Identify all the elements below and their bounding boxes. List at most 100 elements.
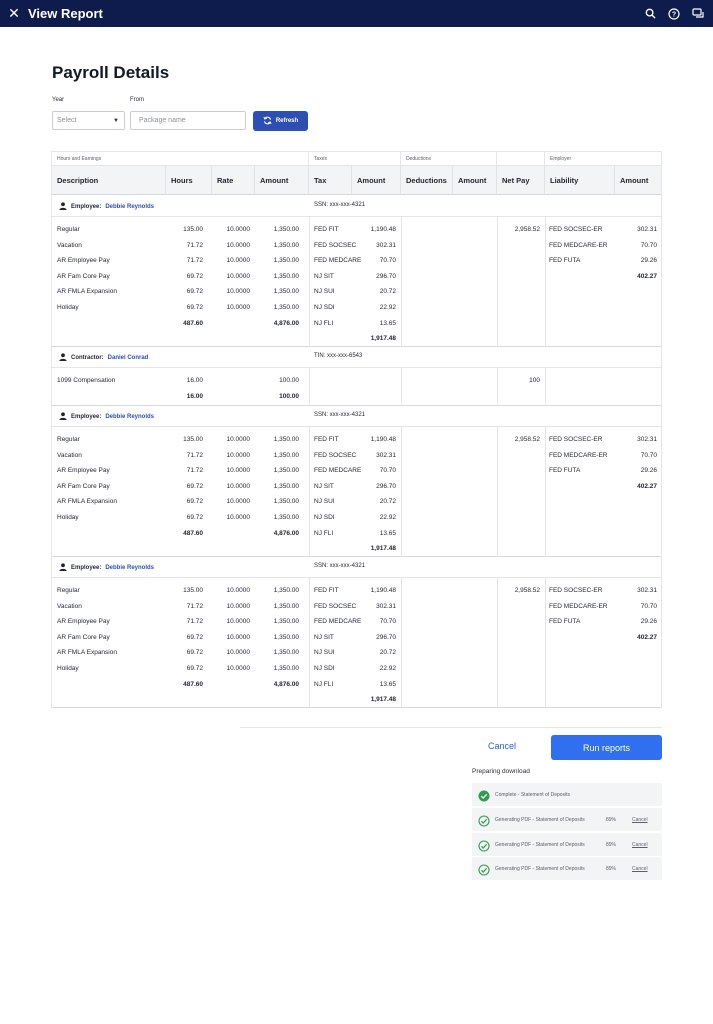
earning-description: AR FMLA Expansion (57, 288, 117, 296)
tax-amount: 70.70 (379, 618, 396, 626)
earning-rate: 10.0000 (226, 226, 251, 233)
earning-hours: 69.72 (186, 272, 203, 280)
tax-amount: 296.70 (376, 633, 396, 641)
download-item: Generating PDF - Statement of Deposits 89… (472, 857, 662, 880)
earning-description: AR Fam Core Pay (57, 633, 110, 641)
amount-total: 4,876.00 (273, 680, 299, 688)
header-deduction-amount[interactable]: Amount (453, 166, 497, 195)
earning-rate: 10.0000 (226, 257, 251, 265)
earning-rate: 10.0000 (226, 451, 251, 459)
year-label: Year (52, 97, 65, 103)
download-item: Complete - Statement of Deposits (472, 783, 662, 806)
earning-rate: 10.0000 (226, 498, 251, 506)
tax-name: NJ SUI (314, 288, 335, 296)
package-name-input[interactable]: Package name (130, 111, 246, 130)
download-cancel-link[interactable]: Cancel (632, 842, 648, 848)
tax-amount: 20.72 (379, 649, 396, 657)
tax-name: FED FIT (314, 587, 339, 594)
header-liability[interactable]: Liability (545, 166, 615, 195)
earning-amount: 1,350.00 (273, 633, 299, 641)
header-deductions[interactable]: Deductions (401, 166, 453, 195)
person-icon (59, 412, 67, 422)
tax-name: NJ SIT (314, 633, 334, 641)
payee-header: Contractor: Daniel Conrad TIN: xxx-xxx-654… (52, 347, 661, 368)
liability-amount: 70.70 (640, 602, 657, 610)
tax-name: NJ SDI (314, 304, 335, 311)
earning-description: AR FMLA Expansion (57, 649, 117, 657)
earning-description: Vacation (57, 602, 82, 610)
earning-hours: 69.72 (186, 665, 203, 672)
earning-description: Vacation (57, 451, 82, 459)
help-icon[interactable]: ? (667, 7, 681, 21)
net-pay: 2,958.52 (514, 436, 540, 443)
cancel-button[interactable]: Cancel (488, 741, 516, 751)
earning-description: AR Employee Pay (57, 467, 110, 475)
year-select-value: Select (57, 117, 77, 124)
chat-icon[interactable] (691, 7, 705, 21)
earning-rate: 10.0000 (226, 649, 251, 657)
check-circle-icon (478, 863, 490, 876)
payee-name-link[interactable]: Debbie Reynolds (105, 414, 154, 420)
group-taxes: Taxes (309, 152, 401, 166)
tax-amount: 1,190.48 (370, 226, 396, 233)
payee-label: Employee: Debbie Reynolds (59, 412, 154, 422)
download-cancel-link[interactable]: Cancel (632, 866, 648, 872)
earning-amount: 1,350.00 (273, 602, 299, 610)
column-divider (497, 217, 498, 347)
header-rate[interactable]: Rate (212, 166, 255, 195)
person-icon (59, 202, 67, 212)
earning-rate: 10.0000 (226, 587, 251, 594)
tax-name: FED MEDCARE (314, 467, 362, 475)
header-description[interactable]: Description (52, 166, 166, 195)
liability-name: FED MEDCARE-ER (549, 241, 608, 249)
header-liability-amount[interactable]: Amount (615, 166, 661, 195)
liability-amount: 29.26 (640, 257, 657, 265)
tax-total: 1,917.48 (370, 335, 396, 343)
header-tax[interactable]: Tax (309, 166, 352, 195)
earning-description: AR Employee Pay (57, 618, 110, 626)
tax-name: FED FIT (314, 226, 339, 233)
close-icon[interactable]: ✕ (0, 5, 28, 22)
check-circle-icon (478, 789, 490, 801)
earning-hours: 69.72 (186, 498, 203, 506)
earning-rate: 10.0000 (226, 602, 251, 610)
amount-total: 4,876.00 (273, 529, 299, 537)
earning-amount: 1,350.00 (273, 665, 299, 672)
payee-name-link[interactable]: Debbie Reynolds (105, 565, 154, 571)
payee-label: Employee: Debbie Reynolds (59, 563, 154, 573)
app-title: View Report (28, 6, 103, 21)
year-select[interactable]: Select ▼ (52, 111, 125, 130)
earning-rate: 10.0000 (226, 241, 251, 249)
run-reports-button[interactable]: Run reports (551, 735, 662, 760)
person-icon (59, 353, 67, 363)
tax-amount: 1,190.48 (370, 587, 396, 594)
earning-rate: 10.0000 (226, 304, 251, 311)
payee-name-link[interactable]: Daniel Conrad (108, 355, 149, 361)
refresh-button[interactable]: Refresh (253, 111, 308, 131)
search-icon[interactable] (643, 7, 657, 21)
download-progress: 89% (606, 865, 617, 872)
earning-rate: 10.0000 (226, 618, 251, 626)
payee-section: Employee: Debbie Reynolds SSN: xxx-xxx-432… (52, 196, 661, 347)
payee-name-link[interactable]: Debbie Reynolds (105, 204, 154, 210)
tax-amount: 22.92 (379, 514, 396, 521)
liability-name: FED FUTA (549, 257, 581, 265)
liability-amount: 29.26 (640, 618, 657, 626)
header-net-pay[interactable]: Net Pay (497, 166, 545, 195)
column-divider (309, 368, 310, 406)
tax-amount: 22.92 (379, 665, 396, 672)
earning-amount: 1,350.00 (273, 257, 299, 265)
check-circle-icon (478, 839, 490, 852)
liability-name: FED FUTA (549, 467, 581, 475)
header-amount[interactable]: Amount (255, 166, 309, 195)
earning-amount: 1,350.00 (273, 467, 299, 475)
header-hours[interactable]: Hours (166, 166, 212, 195)
tax-amount: 296.70 (376, 272, 396, 280)
earning-rate: 10.0000 (226, 436, 251, 443)
hours-total: 487.60 (183, 680, 203, 688)
download-status-text: Generating PDF - Statement of Deposits (495, 816, 585, 823)
column-divider (401, 578, 402, 708)
download-cancel-link[interactable]: Cancel (632, 817, 648, 823)
header-tax-amount[interactable]: Amount (352, 166, 401, 195)
earning-amount: 1,350.00 (273, 451, 299, 459)
